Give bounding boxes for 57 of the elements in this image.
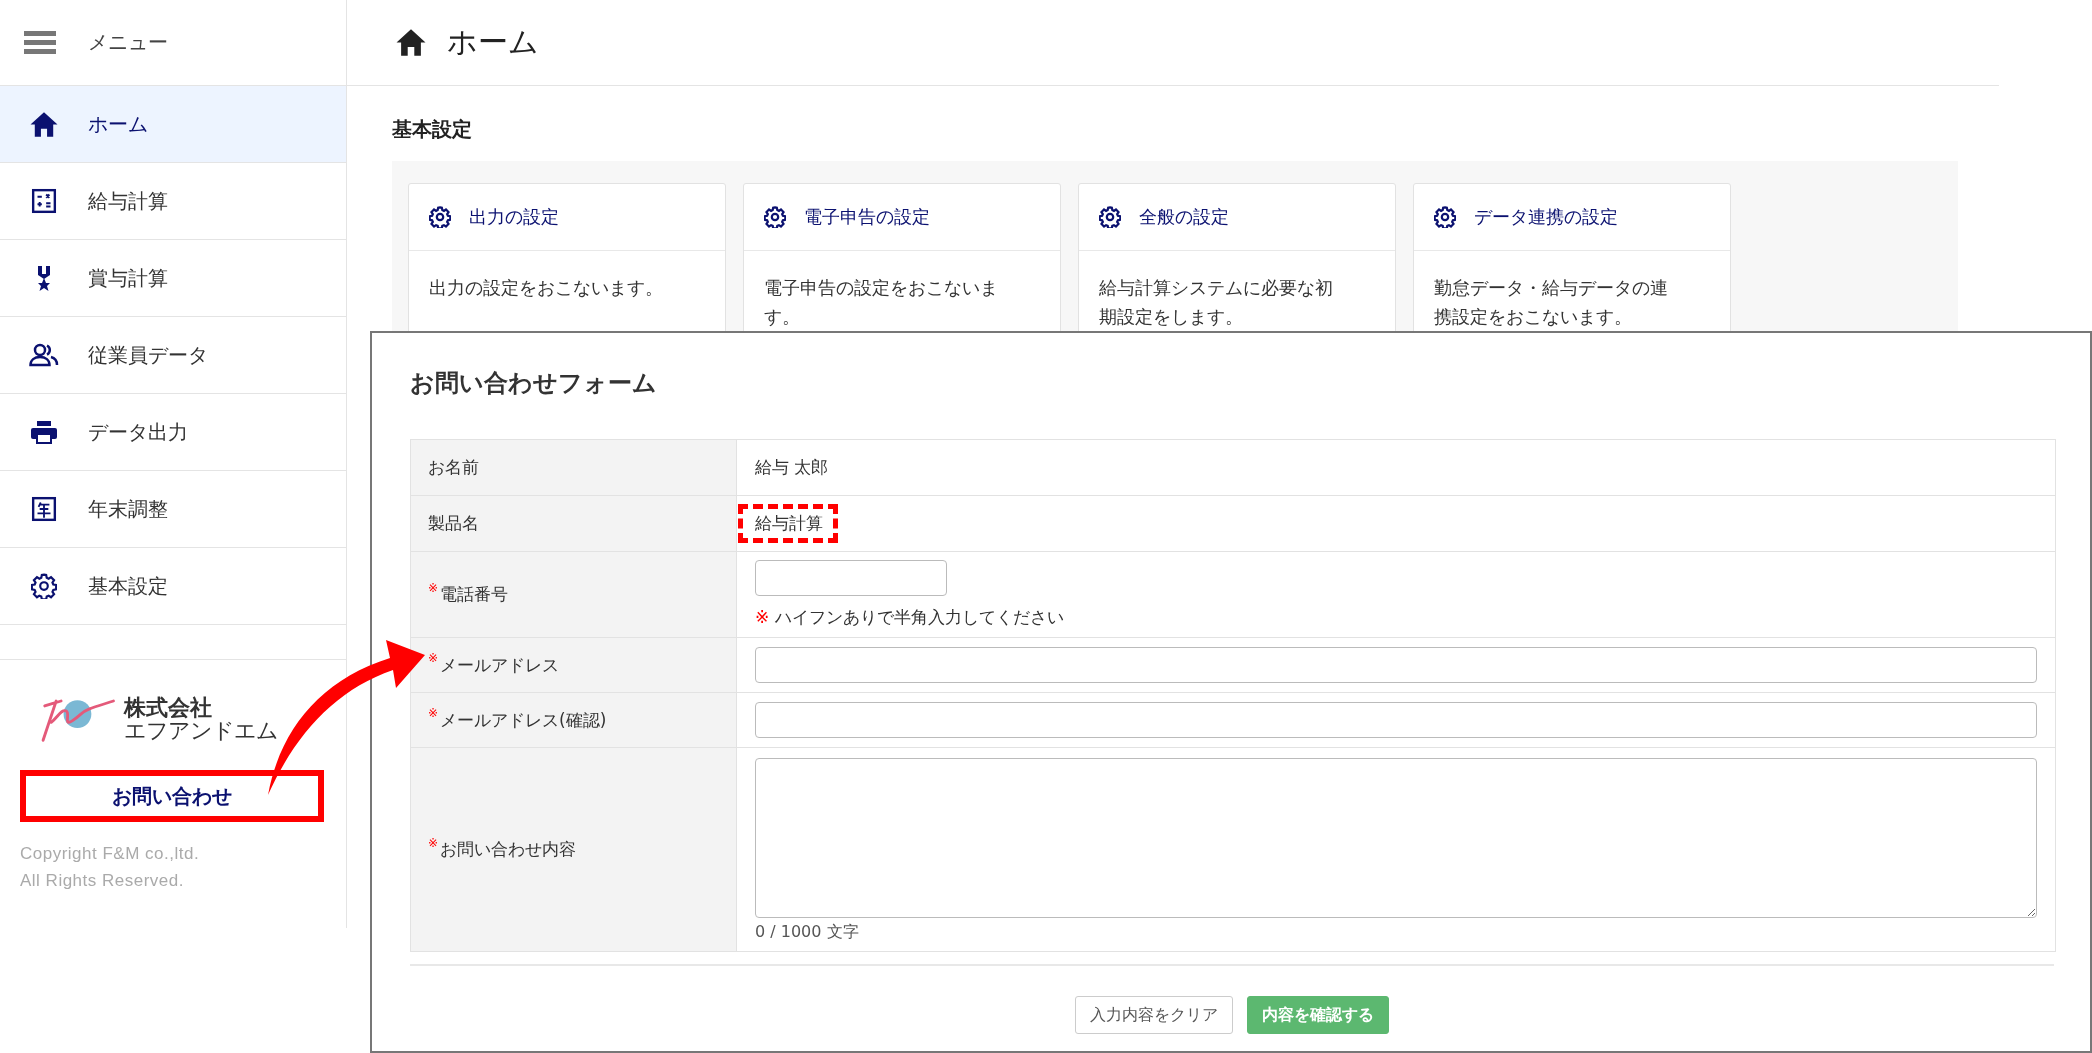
character-counter: 0 / 1000 文字 bbox=[755, 922, 860, 943]
nav-item[interactable]: 給与計算 bbox=[0, 163, 346, 240]
calculator-icon bbox=[31, 188, 57, 214]
required-mark: ※ bbox=[428, 835, 439, 850]
clear-button[interactable]: 入力内容をクリア bbox=[1075, 996, 1233, 1034]
calendar-icon bbox=[31, 496, 57, 522]
menu-label: メニュー bbox=[88, 29, 168, 56]
nav-item[interactable]: 従業員データ bbox=[0, 317, 346, 394]
form-label: メールアドレス(確認) bbox=[440, 708, 607, 732]
nav-item[interactable]: 年末調整 bbox=[0, 471, 346, 548]
copyright-text: All Rights Reserved. bbox=[20, 870, 185, 892]
people-icon bbox=[29, 343, 59, 367]
form-title: お問い合わせフォーム bbox=[410, 368, 658, 399]
card-description: 出力の設定をおこないます。 bbox=[428, 276, 664, 300]
page-title: ホーム bbox=[447, 23, 539, 61]
form-label: お問い合わせ内容 bbox=[440, 838, 577, 861]
nav-item[interactable]: ホーム bbox=[0, 86, 346, 163]
nav-item[interactable]: データ出力 bbox=[0, 394, 346, 471]
menu-icon[interactable] bbox=[24, 30, 56, 55]
home-icon bbox=[29, 110, 59, 138]
form-label: 電話番号 bbox=[440, 583, 509, 606]
input-field[interactable] bbox=[755, 647, 2037, 683]
nav-item[interactable]: 基本設定 bbox=[0, 548, 346, 625]
settings-icon bbox=[1099, 206, 1121, 228]
input-field[interactable] bbox=[755, 560, 947, 596]
settings-icon bbox=[31, 573, 57, 599]
required-mark: ※ bbox=[428, 580, 439, 595]
company-name: エフアンドエム bbox=[124, 719, 278, 743]
card-title: 電子申告の設定 bbox=[804, 205, 930, 229]
input-field[interactable] bbox=[755, 702, 2037, 738]
form-label: メールアドレス bbox=[440, 653, 560, 677]
nav-item[interactable]: 賞与計算 bbox=[0, 240, 346, 317]
card-description: 電子申告の設定をおこないます。 bbox=[763, 276, 999, 329]
contact-button[interactable]: お問い合わせ bbox=[20, 770, 324, 822]
form-label: お名前 bbox=[428, 456, 479, 479]
form-value: 給与計算 bbox=[738, 504, 838, 543]
hint-mark: ※ bbox=[755, 607, 770, 627]
company-name: 株式会社 bbox=[124, 695, 213, 719]
copyright-text: Copyright F&M co.,ltd. bbox=[20, 843, 201, 865]
card-title: 出力の設定 bbox=[469, 205, 559, 229]
form-value: 給与 太郎 bbox=[754, 456, 830, 479]
hint-text: ハイフンありで半角入力してください bbox=[774, 607, 1064, 627]
required-mark: ※ bbox=[428, 651, 439, 665]
card-description: 給与計算システムに必要な初期設定をします。 bbox=[1098, 276, 1334, 329]
message-field[interactable] bbox=[755, 758, 2037, 918]
printer-icon bbox=[30, 420, 58, 444]
form-label: 製品名 bbox=[428, 512, 479, 535]
settings-icon bbox=[764, 206, 786, 228]
card-title: 全般の設定 bbox=[1139, 205, 1229, 229]
settings-icon bbox=[1434, 206, 1456, 228]
home-icon bbox=[395, 28, 427, 57]
card-title: データ連携の設定 bbox=[1474, 205, 1618, 229]
card-description: 勤怠データ・給与データの連携設定をおこないます。 bbox=[1433, 276, 1669, 329]
settings-icon bbox=[429, 206, 451, 228]
section-title: 基本設定 bbox=[392, 116, 473, 143]
required-mark: ※ bbox=[428, 706, 439, 720]
medal-icon bbox=[36, 265, 52, 291]
